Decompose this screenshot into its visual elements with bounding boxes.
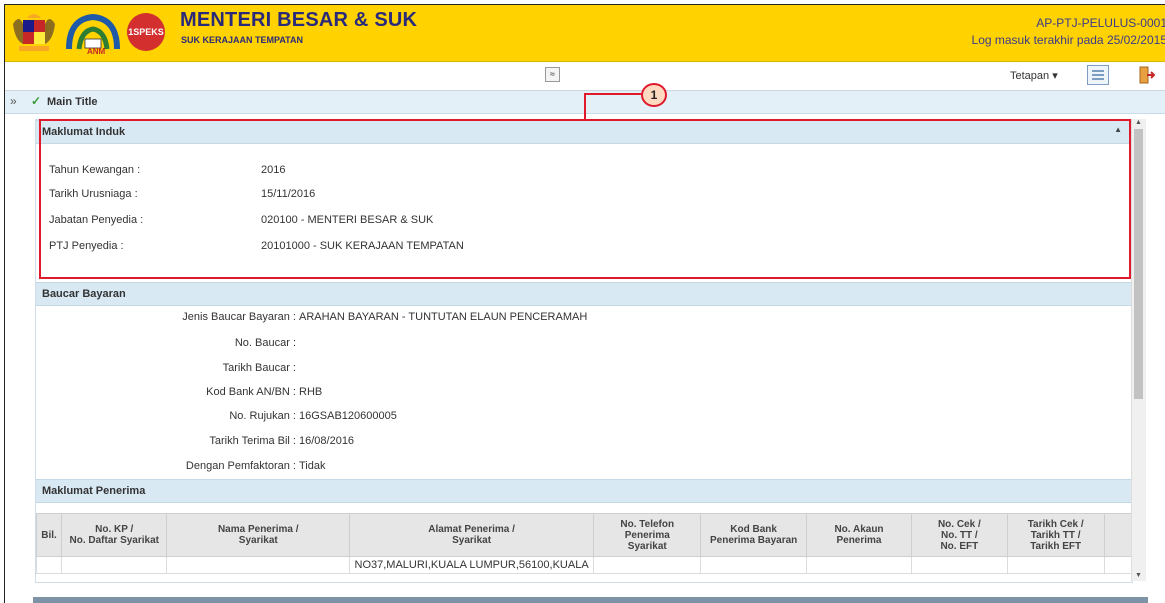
section-baucar-bayaran-header[interactable]: Baucar Bayaran bbox=[36, 282, 1132, 306]
anm-logo: ANM bbox=[66, 13, 120, 55]
footer-bar bbox=[33, 597, 1148, 603]
annotation-line bbox=[584, 93, 642, 95]
spek-logo: 1SPEKS bbox=[127, 13, 165, 51]
field-value: Tidak bbox=[299, 460, 326, 472]
section-title: Baucar Bayaran bbox=[42, 288, 126, 300]
page-subtitle: SUK KERAJAAN TEMPATAN bbox=[181, 35, 304, 45]
app-window: ANM 1SPEKS MENTERI BESAR & SUK SUK KERAJ… bbox=[4, 4, 1165, 603]
penerima-table: Bil. No. KP / No. Daftar Syarikat Nama Pe… bbox=[36, 513, 1132, 574]
column-header-spacer bbox=[1103, 513, 1132, 557]
column-header: Kod Bank Penerima Bayaran bbox=[700, 513, 807, 557]
field-value: 16GSAB120600005 bbox=[299, 410, 397, 422]
annotation-highlight-box bbox=[39, 119, 1131, 279]
main-title: Main Title bbox=[47, 96, 98, 108]
column-header: No. Akaun Penerima bbox=[805, 513, 913, 557]
table-cell bbox=[61, 556, 168, 574]
list-view-icon[interactable] bbox=[1087, 65, 1109, 85]
table-cell bbox=[36, 556, 63, 574]
column-header: Nama Penerima / Syarikat bbox=[166, 513, 351, 557]
vertical-scrollbar[interactable]: ▲ ▼ bbox=[1131, 119, 1146, 581]
column-header: No. Cek / No. TT / No. EFT bbox=[911, 513, 1008, 557]
field-label: Tarikh Terima Bil : bbox=[209, 435, 296, 447]
scrollbar-thumb[interactable] bbox=[1134, 129, 1143, 399]
logo-group: ANM 1SPEKS bbox=[9, 9, 165, 55]
table-row[interactable]: NO37,MALURI,KUALA LUMPUR,56100,KUALA bbox=[36, 556, 1132, 574]
malaysia-crest-logo bbox=[13, 14, 55, 51]
annotation-marker: 1 bbox=[641, 83, 667, 107]
column-header: Alamat Penerima / Syarikat bbox=[349, 513, 595, 557]
field-value: ARAHAN BAYARAN - TUNTUTAN ELAUN PENCERAM… bbox=[299, 311, 588, 323]
column-header: Bil. bbox=[36, 513, 63, 557]
user-id: AP-PTJ-PELULUS-0001 bbox=[1036, 16, 1165, 30]
table-cell-spacer bbox=[1103, 556, 1132, 574]
table-cell bbox=[805, 556, 913, 574]
table-cell bbox=[700, 556, 807, 574]
app-header: ANM 1SPEKS MENTERI BESAR & SUK SUK KERAJ… bbox=[5, 5, 1165, 62]
field-label: Dengan Pemfaktoran : bbox=[185, 460, 296, 472]
table-cell: NO37,MALURI,KUALA LUMPUR,56100,KUALA bbox=[349, 556, 595, 574]
section-title: Maklumat Penerima bbox=[42, 485, 146, 497]
logout-icon[interactable] bbox=[1139, 66, 1155, 84]
annotation-line bbox=[584, 93, 586, 119]
table-cell bbox=[1006, 556, 1105, 574]
column-header: Tarikh Cek / Tarikh TT / Tarikh EFT bbox=[1006, 513, 1105, 557]
field-value: RHB bbox=[299, 386, 323, 398]
scroll-up-icon[interactable]: ▲ bbox=[1135, 119, 1142, 126]
field-value: 16/08/2016 bbox=[299, 435, 355, 447]
user-info: AP-PTJ-PELULUS-0001 Log masuk terakhir p… bbox=[972, 15, 1165, 49]
scroll-down-icon[interactable]: ▼ bbox=[1135, 572, 1142, 579]
expand-sidebar-icon[interactable]: » bbox=[10, 94, 17, 108]
settings-dropdown[interactable]: Tetapan ▾ bbox=[1010, 69, 1058, 82]
table-cell bbox=[911, 556, 1008, 574]
column-header: No. KP / No. Daftar Syarikat bbox=[61, 513, 168, 557]
last-login-text: Log masuk terakhir pada 25/02/2015 bbox=[971, 33, 1165, 47]
field-label: Jenis Baucar Bayaran : bbox=[182, 311, 296, 323]
toolbar: ≈ Tetapan ▾ bbox=[5, 62, 1165, 91]
anm-logo-text: ANM bbox=[87, 47, 106, 55]
table-cell bbox=[166, 556, 351, 574]
field-label: Kod Bank AN/BN : bbox=[206, 386, 296, 398]
check-icon: ✓ bbox=[31, 94, 42, 108]
page-title: MENTERI BESAR & SUK bbox=[180, 9, 418, 31]
table-cell bbox=[593, 556, 702, 574]
table-header-row: Bil. No. KP / No. Daftar Syarikat Nama Pe… bbox=[36, 513, 1132, 557]
field-label: No. Rujukan : bbox=[229, 410, 296, 422]
field-label: Tarikh Baucar : bbox=[222, 362, 296, 374]
field-label: No. Baucar : bbox=[234, 337, 296, 349]
collapse-header-button[interactable]: ≈ bbox=[545, 67, 560, 82]
column-header: No. Telefon Penerima Syarikat bbox=[593, 513, 702, 557]
section-maklumat-penerima-header[interactable]: Maklumat Penerima bbox=[36, 479, 1132, 503]
spek-logo-text: 1SPEKS bbox=[128, 27, 164, 37]
